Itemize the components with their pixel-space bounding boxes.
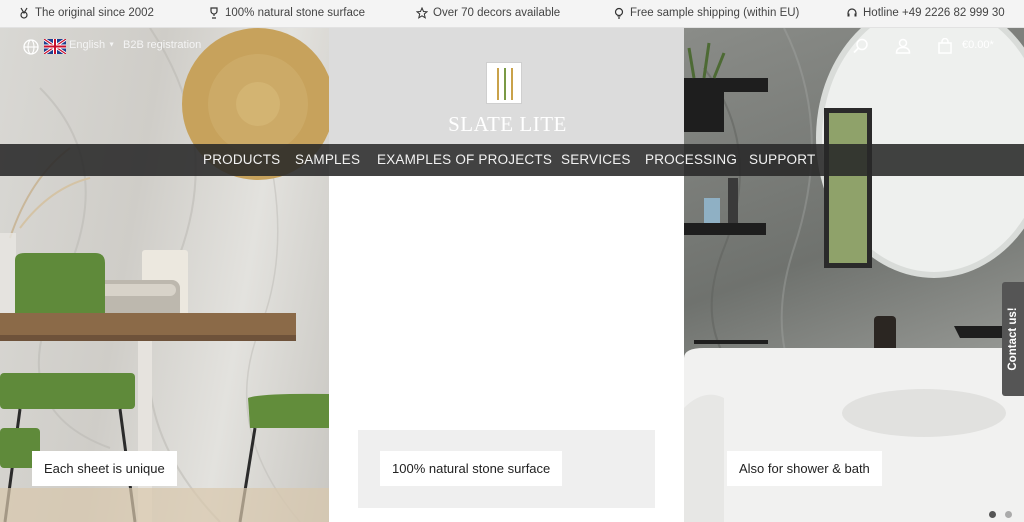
- cart-button[interactable]: €0.00*: [937, 38, 1007, 56]
- star-icon: [416, 7, 428, 19]
- nav-item-support[interactable]: SUPPORT: [749, 152, 815, 167]
- account-icon[interactable]: [895, 38, 911, 54]
- usp-text: Hotline +49 2226 82 999 30: [863, 7, 1005, 19]
- nav-item-processing[interactable]: PROCESSING: [645, 152, 737, 167]
- usp-item: The original since 2002: [18, 7, 154, 19]
- contact-us-label: Contact us!: [1007, 307, 1019, 371]
- caption-shower-bath[interactable]: Also for shower & bath: [727, 451, 882, 486]
- uk-flag-icon: [43, 37, 67, 56]
- nav-item-services[interactable]: SERVICES: [561, 152, 631, 167]
- nav-item-samples[interactable]: SAMPLES: [295, 152, 360, 167]
- usp-text: Over 70 decors available: [433, 7, 561, 19]
- contact-us-tab[interactable]: Contact us!: [1002, 282, 1024, 396]
- search-icon[interactable]: [853, 38, 869, 54]
- shopping-bag-icon: [938, 38, 952, 54]
- usp-bar: The original since 2002 100% natural sto…: [0, 0, 1024, 28]
- hero-image-dining: [0, 28, 329, 522]
- usp-item: Over 70 decors available: [416, 7, 560, 19]
- usp-item: 100% natural stone surface: [208, 7, 365, 19]
- caption-each-sheet-unique[interactable]: Each sheet is unique: [32, 451, 177, 486]
- b2b-registration-link[interactable]: B2B registration: [123, 39, 201, 51]
- bathroom-scene-illustration: [684, 28, 1024, 522]
- usp-text: 100% natural stone surface: [225, 7, 366, 19]
- medal-icon: [20, 7, 28, 19]
- globe-icon[interactable]: [23, 39, 39, 55]
- nav-item-examples-of-projects[interactable]: EXAMPLES OF PROJECTS: [377, 152, 552, 167]
- usp-item[interactable]: Hotline +49 2226 82 999 30: [846, 7, 1005, 19]
- brand-logo[interactable]: SLATE LITE: [440, 62, 575, 144]
- main-navigation: PRODUCTS SAMPLES EXAMPLES OF PROJECTS SE…: [0, 144, 1024, 176]
- trophy-icon: [210, 7, 218, 19]
- headset-icon: [847, 8, 857, 17]
- language-selector[interactable]: English ▼: [69, 39, 115, 51]
- usp-item: Free sample shipping (within EU): [613, 7, 799, 19]
- logo-mark-icon: [486, 62, 522, 104]
- hero-slider: SLATE LITE English ▼ B2B registration €0…: [0, 28, 1024, 522]
- usp-text: Free sample shipping (within EU): [630, 7, 800, 19]
- hero-image-bathroom: [684, 28, 1024, 522]
- slider-dot-active[interactable]: [989, 511, 996, 518]
- caption-natural-stone-surface[interactable]: 100% natural stone surface: [380, 451, 563, 486]
- language-label: English: [69, 39, 106, 51]
- lightbulb-icon: [614, 7, 624, 19]
- dining-scene-illustration: [0, 28, 329, 522]
- slider-dot[interactable]: [1005, 511, 1012, 518]
- usp-text: The original since 2002: [35, 7, 154, 19]
- nav-item-products[interactable]: PRODUCTS: [203, 152, 280, 167]
- brand-name: SLATE LITE: [448, 112, 567, 136]
- chevron-down-icon: ▼: [108, 41, 116, 49]
- cart-total: €0.00*: [962, 39, 994, 51]
